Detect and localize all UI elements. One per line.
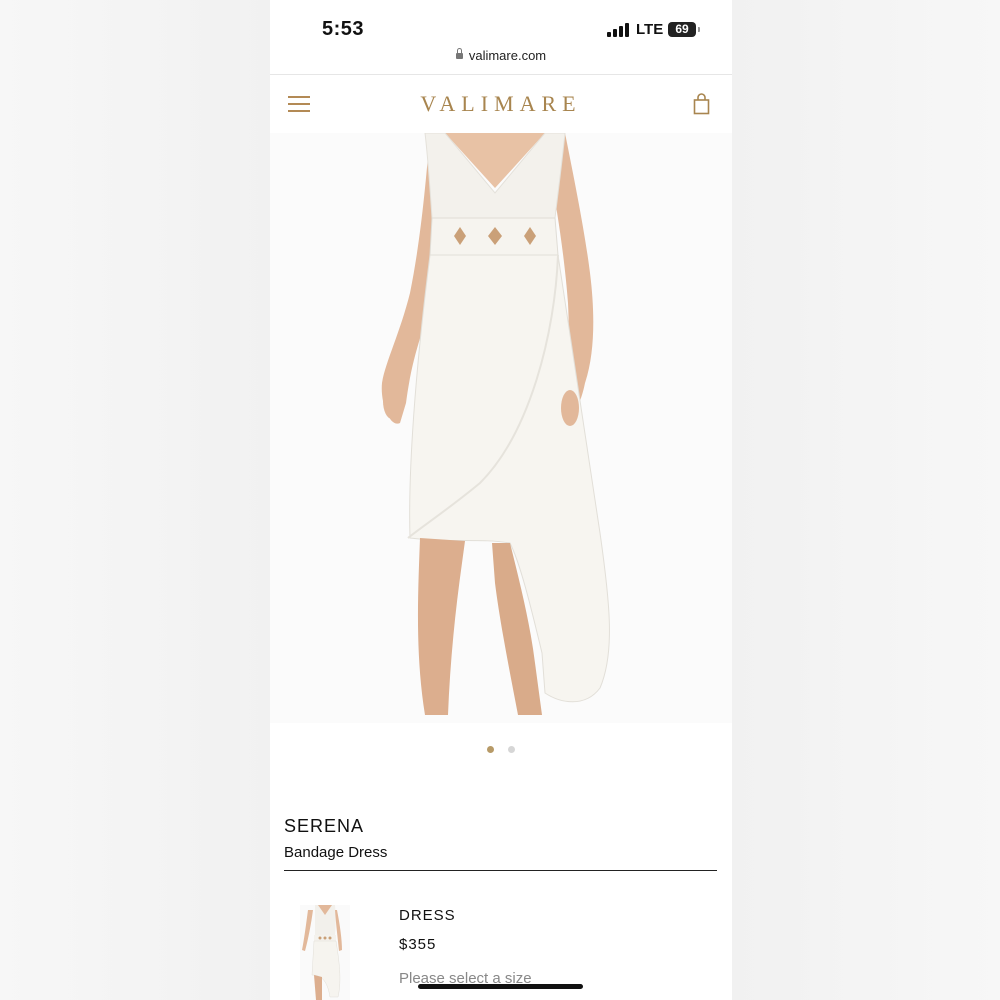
site-logo[interactable]: VALIMARE xyxy=(270,91,732,117)
dress-model-photo xyxy=(381,133,610,715)
site-header: VALIMARE xyxy=(270,74,732,134)
phone-screen: 5:53 LTE 69 valimare.com VALIMARE SERENA… xyxy=(270,0,732,1000)
cellular-signal-icon xyxy=(607,23,633,37)
gallery-pagination xyxy=(270,740,732,753)
address-bar[interactable]: valimare.com xyxy=(270,47,732,68)
product-name: SERENA xyxy=(284,816,365,836)
divider xyxy=(284,870,717,871)
status-bar: 5:53 LTE 69 xyxy=(270,0,732,46)
background-left xyxy=(0,0,270,1000)
gallery-dot-active[interactable] xyxy=(487,746,494,753)
lock-icon xyxy=(455,47,463,59)
url-text: valimare.com xyxy=(468,48,547,63)
gallery-dot[interactable] xyxy=(508,746,515,753)
product-subtitle: Bandage Dress xyxy=(284,844,388,861)
shopping-bag-icon[interactable] xyxy=(693,93,710,115)
background-right xyxy=(732,0,1000,1000)
battery-level: 69 xyxy=(675,22,689,36)
variant-price: $355 xyxy=(399,936,437,953)
home-indicator[interactable] xyxy=(418,984,583,989)
variant-thumbnail[interactable] xyxy=(300,905,350,1000)
status-time: 5:53 xyxy=(322,18,365,40)
variant-title: DRESS xyxy=(399,907,456,924)
battery-icon: 69 xyxy=(668,22,700,37)
product-image[interactable] xyxy=(270,133,732,723)
network-type: LTE xyxy=(636,21,664,38)
